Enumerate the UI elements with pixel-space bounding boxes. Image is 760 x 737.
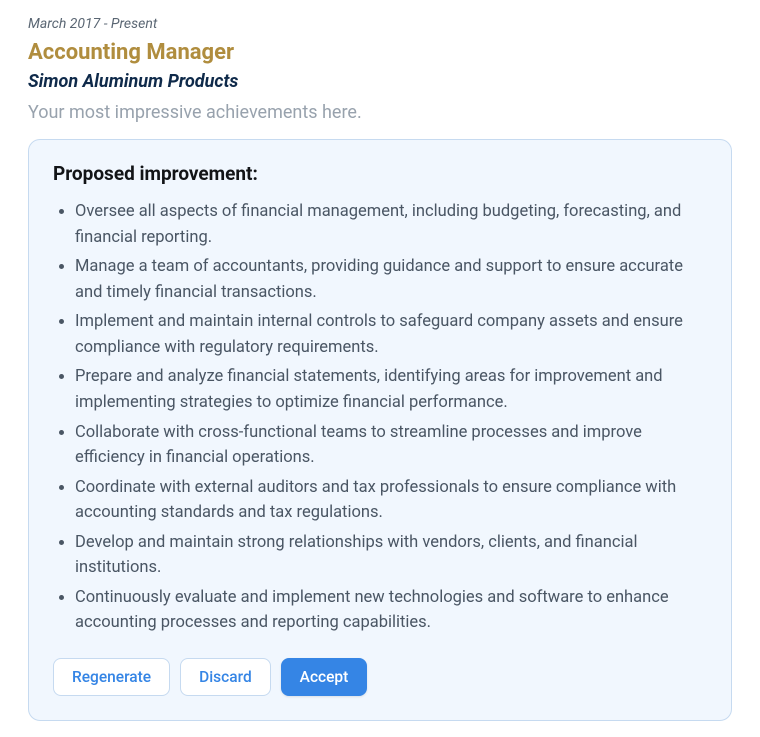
achievements-placeholder: Your most impressive achievements here. (28, 102, 732, 123)
job-title: Accounting Manager (28, 40, 732, 65)
regenerate-button[interactable]: Regenerate (53, 658, 170, 696)
accept-button[interactable]: Accept (281, 658, 368, 696)
list-item: Manage a team of accountants, providing … (75, 254, 707, 305)
discard-button[interactable]: Discard (180, 658, 271, 696)
list-item: Collaborate with cross-functional teams … (75, 420, 707, 471)
improvement-panel: Proposed improvement: Oversee all aspect… (28, 139, 732, 721)
button-row: Regenerate Discard Accept (53, 658, 707, 696)
company-name: Simon Aluminum Products (28, 71, 732, 92)
list-item: Prepare and analyze financial statements… (75, 364, 707, 415)
list-item: Oversee all aspects of financial managem… (75, 199, 707, 250)
list-item: Coordinate with external auditors and ta… (75, 475, 707, 526)
improvement-heading: Proposed improvement: (53, 162, 707, 185)
list-item: Implement and maintain internal controls… (75, 309, 707, 360)
improvement-list: Oversee all aspects of financial managem… (53, 199, 707, 636)
list-item: Develop and maintain strong relationship… (75, 530, 707, 581)
date-range: March 2017 - Present (28, 16, 732, 32)
list-item: Continuously evaluate and implement new … (75, 585, 707, 636)
